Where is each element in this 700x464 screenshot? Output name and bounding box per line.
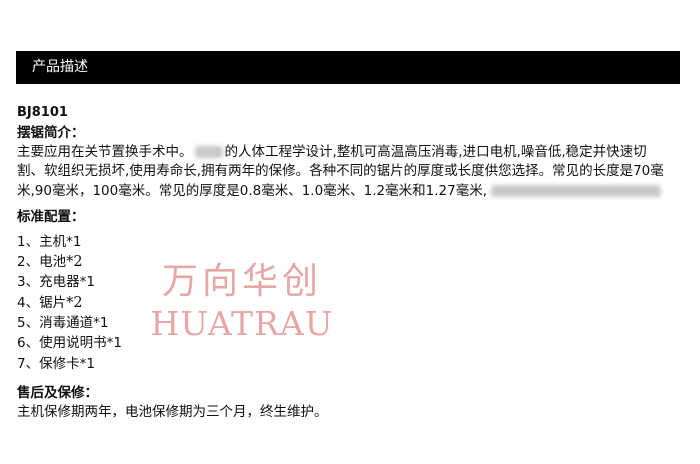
intro-paragraph: 主要应用在关节置换手术中。 的人体工程学设计,整机可高温高压消毒,进口电机,噪音低…: [17, 143, 672, 201]
config-item-label: 4、锯片: [17, 294, 67, 311]
redacted-text-blur: [491, 184, 661, 197]
config-item-label: 5、消毒通道: [17, 315, 94, 332]
config-item-host: 1、主机*1: [17, 232, 681, 252]
config-item-label: 1、主机: [17, 233, 67, 250]
config-heading: 标准配置：: [17, 208, 85, 225]
config-item-battery: 2、电池*2: [17, 252, 681, 272]
config-item-label: 3、充电器: [17, 274, 80, 291]
warranty-heading: 售后及保修：: [17, 384, 98, 401]
model-number: BJ8101: [17, 105, 68, 120]
config-item-qty: *2: [66, 254, 83, 271]
intro-heading: 摆锯简介：: [17, 125, 85, 141]
config-item-label: 6、使用说明书: [17, 335, 107, 352]
config-item-saw-blade: 4、锯片*2: [17, 293, 681, 313]
product-description: BJ8101 摆锯简介： 主要应用在关节置换手术中。 的人体工程学设计,整机可高温…: [17, 104, 681, 422]
warranty-text: 主机保修期两年，电池保修期为三个月，终生维护。: [17, 403, 328, 420]
intro-text-part1: 主要应用在关节置换手术中。: [17, 144, 193, 160]
redacted-brand-blur: [194, 146, 223, 158]
watermark-cn: 万向华创: [161, 261, 322, 302]
config-item-warranty-card: 7、保修卡*1: [17, 354, 681, 374]
config-item-label: 7、保修卡: [17, 355, 80, 372]
config-item-qty: *2: [66, 294, 83, 311]
watermark-en: HUATRAU: [150, 304, 334, 343]
config-item-qty: *1: [93, 315, 109, 332]
config-item-manual: 6、使用说明书*1: [17, 333, 681, 353]
brand-watermark: 万向华创 HUATRAU: [147, 262, 337, 342]
config-list: 1、主机*1 2、电池*2 3、充电器*1 4、锯片*2 5、消毒通道*1 6、…: [17, 232, 681, 374]
config-item-qty: *1: [79, 274, 95, 291]
config-item-qty: *1: [66, 233, 82, 250]
config-item-label: 2、电池: [17, 254, 67, 271]
config-item-sterilization-channel: 5、消毒通道*1: [17, 313, 681, 333]
section-title: 产品描述: [32, 59, 88, 75]
config-item-qty: *1: [106, 335, 122, 352]
config-item-charger: 3、充电器*1: [17, 272, 681, 292]
config-item-qty: *1: [79, 355, 95, 372]
section-header-bar: 产品描述: [16, 51, 680, 84]
